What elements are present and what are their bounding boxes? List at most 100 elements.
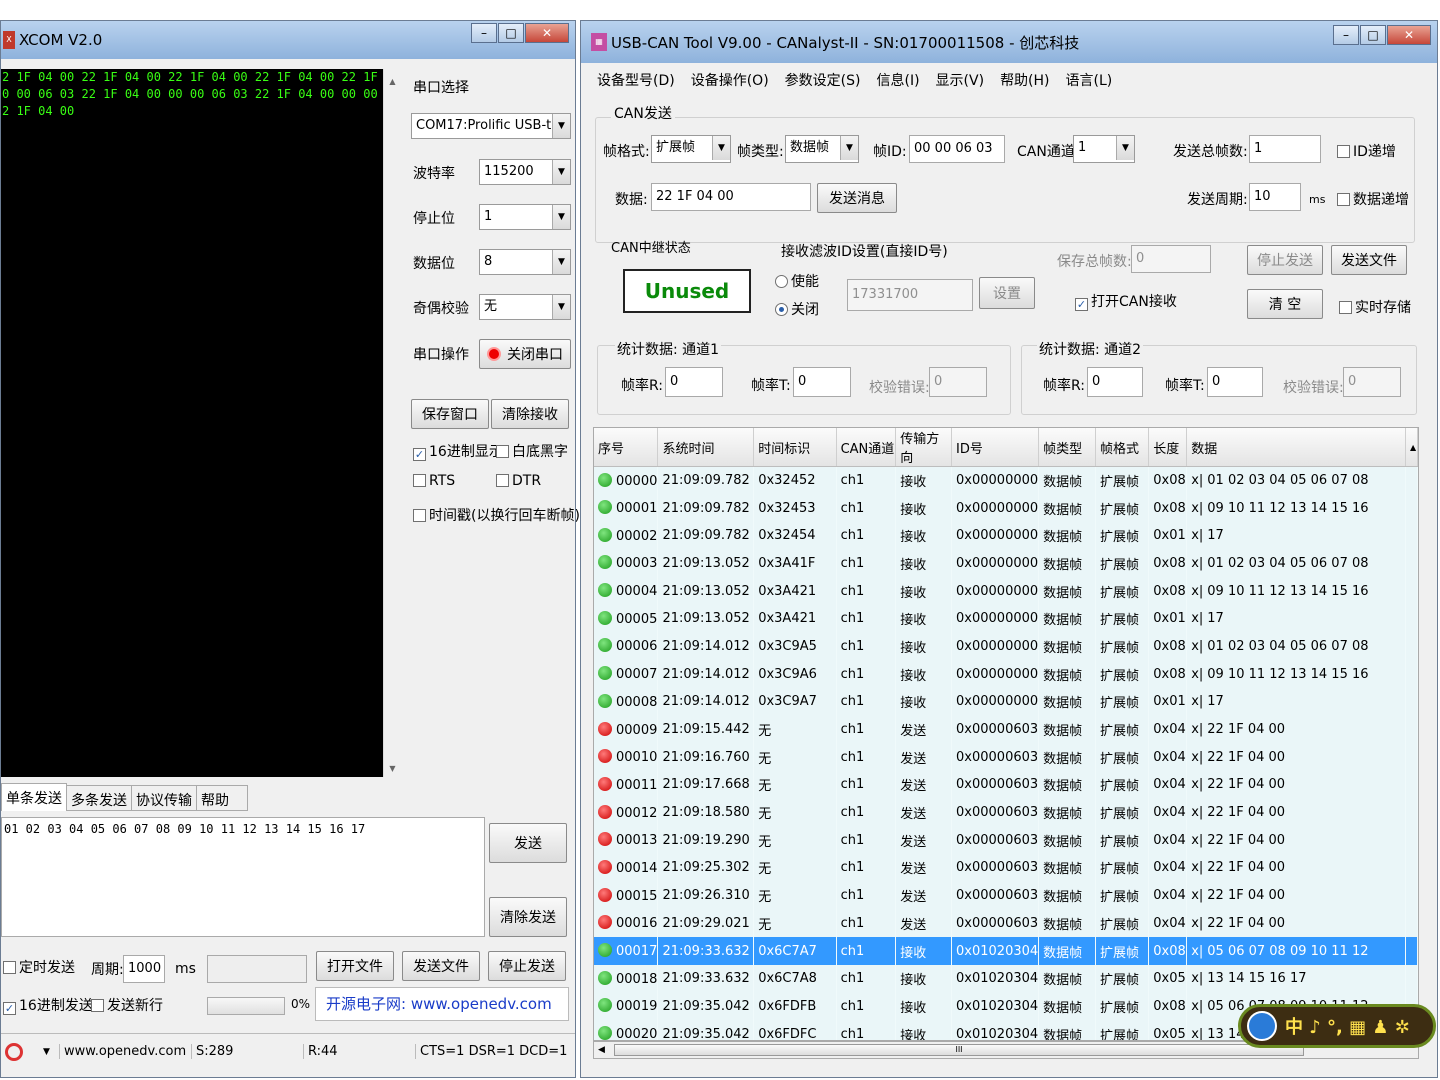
table-row[interactable]: 00018 21:09:33.632 0x6C7A8 ch1 接收 0x01020304 数… (594, 964, 1418, 993)
openedv-link[interactable]: 开源电子网: www.openedv.com (315, 987, 569, 1021)
hex-display-checkbox[interactable]: ✓ 16进制显示 (413, 441, 503, 461)
maximize-button[interactable]: □ (1360, 25, 1386, 45)
can-titlebar[interactable]: ▦ USB-CAN Tool V9.00 - CANalyst-II - SN:… (581, 21, 1437, 63)
menu-device-model[interactable]: 设备型号(D) (597, 70, 675, 90)
tab-protocol[interactable]: 协议传输 (132, 785, 197, 811)
table-row[interactable]: 00014 21:09:25.302 无 ch1 发送 0x00000603 数据帧 扩展帧 0… (594, 854, 1418, 882)
xcom-titlebar[interactable]: X XCOM V2.0 – □ ✕ (1, 21, 575, 59)
frame-id-input[interactable]: 00 00 06 03 (909, 135, 1005, 163)
tab-single-send[interactable]: 单条发送 (1, 783, 67, 811)
minimize-button[interactable]: – (1333, 25, 1359, 45)
clear-send-button[interactable]: 清除发送 (489, 897, 567, 937)
message-table-wrap[interactable]: 序号 系统时间 时间标识 CAN通道 传输方向 ID号 帧类型 帧格式 长度 数… (593, 427, 1419, 1041)
table-row[interactable]: 00000 21:09:09.782 0x32452 ch1 接收 0x00000000 数… (594, 466, 1418, 495)
timed-send-checkbox[interactable]: 定时发送 (3, 957, 75, 977)
table-row[interactable]: 00016 21:09:29.021 无 ch1 发送 0x00000603 数据帧 扩展帧 0… (594, 909, 1418, 938)
rts-checkbox[interactable]: RTS (413, 473, 455, 489)
send-newline-checkbox[interactable]: 发送新行 (91, 995, 163, 1015)
table-row[interactable]: 00010 21:09:16.760 无 ch1 发送 0x00000603 数据帧 扩展帧 0… (594, 743, 1418, 772)
chevron-down-icon[interactable]: ▼ (712, 136, 730, 160)
chevron-down-icon[interactable]: ▼ (840, 136, 858, 160)
receive-scrollbar[interactable]: ▲ ▼ (383, 69, 401, 777)
send-button[interactable]: 发送 (489, 823, 567, 863)
col-sys-time[interactable]: 系统时间 (657, 428, 755, 467)
send-file-button[interactable]: 发送文件 (1331, 245, 1407, 275)
chevron-down-icon[interactable]: ▼ (552, 250, 570, 274)
chevron-down-icon[interactable]: ▼ (43, 1047, 50, 1057)
databits-select[interactable]: 8 ▼ (479, 249, 571, 275)
menu-params[interactable]: 参数设定(S) (785, 70, 861, 90)
col-frame-format[interactable]: 帧格式 (1095, 428, 1150, 467)
col-length[interactable]: 长度 (1148, 428, 1188, 467)
filter-set-button[interactable]: 设置 (979, 277, 1035, 309)
send-message-button[interactable]: 发送消息 (817, 183, 897, 213)
tab-help[interactable]: 帮助 (197, 785, 248, 811)
menu-help[interactable]: 帮助(H) (1000, 70, 1049, 90)
data-input[interactable]: 22 1F 04 00 (651, 183, 811, 211)
data-increment-checkbox[interactable]: 数据递增 (1337, 189, 1409, 209)
parity-select[interactable]: 无 ▼ (479, 294, 571, 320)
maximize-button[interactable]: □ (498, 23, 524, 43)
table-row[interactable]: 00011 21:09:17.668 无 ch1 发送 0x00000603 数据帧 扩展帧 0… (594, 771, 1418, 799)
id-increment-checkbox[interactable]: ID递增 (1337, 141, 1396, 161)
col-data[interactable]: 数据 (1186, 428, 1406, 467)
scroll-down-icon[interactable]: ▼ (384, 764, 401, 773)
file-path-input[interactable] (207, 955, 307, 983)
white-black-checkbox[interactable]: 白底黑字 (496, 441, 568, 461)
can-channel-select[interactable]: 1 ▼ (1073, 135, 1135, 163)
table-row[interactable]: 00002 21:09:09.782 0x32454 ch1 接收 0x00000000 数… (594, 521, 1418, 550)
table-row[interactable]: 00004 21:09:13.052 0x3A421 ch1 接收 0x00000000 数… (594, 577, 1418, 605)
chevron-down-icon[interactable]: ▼ (552, 295, 570, 319)
hscroll-thumb[interactable]: III (614, 1044, 1304, 1056)
dtr-checkbox[interactable]: DTR (496, 473, 541, 489)
send-period-input[interactable]: 10 (1249, 183, 1301, 211)
menu-display[interactable]: 显示(V) (936, 70, 985, 90)
minimize-button[interactable]: – (471, 23, 497, 43)
open-file-button[interactable]: 打开文件 (316, 951, 394, 981)
chevron-down-icon[interactable]: ▼ (552, 205, 570, 229)
menu-device-op[interactable]: 设备操作(O) (691, 70, 769, 90)
period-input[interactable]: 1000 (123, 955, 165, 983)
hex-send-checkbox[interactable]: ✓ 16进制发送 (3, 995, 93, 1015)
table-row[interactable]: 00007 21:09:14.012 0x3C9A6 ch1 接收 0x00000000 数… (594, 660, 1418, 688)
frame-type-select[interactable]: 数据帧 ▼ (785, 135, 859, 163)
scroll-left-icon[interactable]: ◀ (598, 1045, 605, 1055)
scroll-up-icon[interactable]: ▲ (384, 77, 401, 86)
stop-send-button[interactable]: 停止发送 (488, 951, 566, 981)
col-timestamp[interactable]: 时间标识 (753, 428, 837, 467)
table-row[interactable]: 00001 21:09:09.782 0x32453 ch1 接收 0x00000000 数… (594, 494, 1418, 522)
filter-enable-radio[interactable]: 使能 (775, 271, 819, 291)
col-seq[interactable]: 序号 (594, 428, 659, 467)
open-can-rx-checkbox[interactable]: ✓ 打开CAN接收 (1075, 291, 1177, 311)
frame-format-select[interactable]: 扩展帧 ▼ (651, 135, 731, 163)
chevron-down-icon[interactable]: ▼ (1116, 136, 1134, 160)
total-frames-input[interactable]: 1 (1249, 135, 1321, 163)
realtime-save-checkbox[interactable]: 实时存储 (1339, 297, 1411, 317)
clear-rx-button[interactable]: 清除接收 (491, 399, 569, 429)
settings-gear-icon[interactable] (5, 1042, 23, 1061)
table-row[interactable]: 00015 21:09:26.310 无 ch1 发送 0x00000603 数据帧 扩展帧 0… (594, 881, 1418, 910)
chevron-down-icon[interactable]: ▼ (552, 114, 570, 138)
tab-multi-send[interactable]: 多条发送 (67, 785, 132, 811)
scroll-up-icon[interactable]: ▲ (1405, 428, 1418, 467)
table-row[interactable]: 00013 21:09:19.290 无 ch1 发送 0x00000603 数据帧 扩展帧 0… (594, 826, 1418, 855)
saved-frames-input[interactable]: 0 (1131, 245, 1211, 273)
close-button[interactable]: ✕ (1387, 25, 1431, 45)
receive-area[interactable]: 2 1F 04 00 22 1F 04 00 22 1F 04 00 22 1F… (1, 69, 383, 777)
filter-disable-radio[interactable]: 关闭 (775, 299, 819, 319)
close-port-button[interactable]: 关闭串口 (479, 339, 571, 369)
table-row[interactable]: 00017 21:09:33.632 0x6C7A7 ch1 接收 0x01020304 数… (594, 937, 1418, 965)
clear-button[interactable]: 清 空 (1247, 289, 1323, 319)
save-window-button[interactable]: 保存窗口 (411, 399, 489, 429)
table-row[interactable]: 00003 21:09:13.052 0x3A41F ch1 接收 0x00000000 数… (594, 549, 1418, 578)
col-frame-type[interactable]: 帧类型 (1038, 428, 1097, 467)
close-button[interactable]: ✕ (525, 23, 569, 43)
menu-info[interactable]: 信息(I) (876, 70, 919, 90)
chevron-down-icon[interactable]: ▼ (552, 160, 570, 184)
baud-select[interactable]: 115200 ▼ (479, 159, 571, 185)
send-input[interactable]: 01 02 03 04 05 06 07 08 09 10 11 12 13 1… (1, 817, 485, 937)
filter-id-input[interactable]: 17331700 (847, 279, 973, 311)
table-row[interactable]: 00008 21:09:14.012 0x3C9A7 ch1 接收 0x00000000 数… (594, 688, 1418, 716)
col-direction[interactable]: 传输方向 (895, 428, 953, 467)
table-row[interactable]: 00005 21:09:13.052 0x3A421 ch1 接收 0x00000000 数… (594, 604, 1418, 633)
